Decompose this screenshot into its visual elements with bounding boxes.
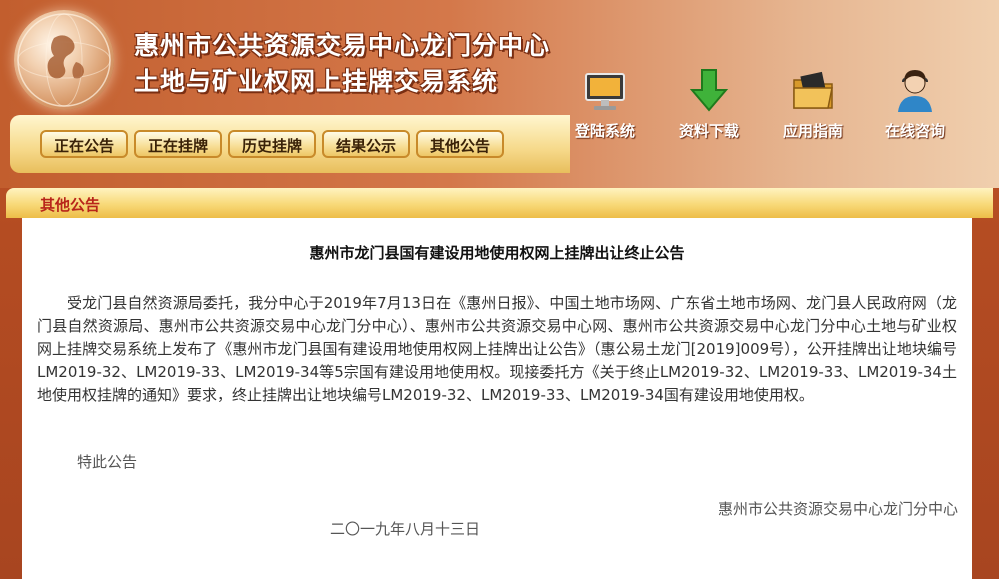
section-header-bar: 其他公告 — [6, 188, 993, 218]
notice-closing: 特此公告 — [77, 453, 138, 471]
download-arrow-icon — [689, 69, 729, 112]
quick-link-guide[interactable]: 应用指南 — [768, 68, 858, 141]
nav-history-button[interactable]: 历史挂牌 — [228, 130, 316, 158]
section-title: 其他公告 — [40, 196, 101, 214]
support-agent-icon — [898, 70, 932, 112]
quick-link-label: 应用指南 — [782, 122, 843, 140]
nav-listing-button[interactable]: 正在挂牌 — [134, 130, 222, 158]
notice-content-panel: 惠州市龙门县国有建设用地使用权网上挂牌出让终止公告 受龙门县自然资源局委托，我分… — [22, 218, 972, 579]
nav-other-button[interactable]: 其他公告 — [416, 130, 504, 158]
quick-link-label: 资料下载 — [678, 122, 739, 140]
site-title-line1: 惠州市公共资源交易中心龙门分中心 — [134, 31, 551, 60]
quick-link-label: 登陆系统 — [574, 122, 635, 140]
nav-announcing-button[interactable]: 正在公告 — [40, 130, 128, 158]
nav-results-button[interactable]: 结果公示 — [322, 130, 410, 158]
main-nav-bar: 正在公告 正在挂牌 历史挂牌 结果公示 其他公告 — [10, 115, 570, 173]
site-header: 惠州市公共资源交易中心龙门分中心 土地与矿业权网上挂牌交易系统 正在公告 正在挂… — [0, 0, 999, 188]
quick-link-consult[interactable]: 在线咨询 — [870, 68, 960, 141]
notice-body: 受龙门县自然资源局委托，我分中心于2019年7月13日在《惠州日报》、中国土地市… — [37, 294, 957, 404]
quick-link-download[interactable]: 资料下载 — [664, 68, 754, 141]
folder-icon — [793, 71, 833, 109]
site-title-line2: 土地与矿业权网上挂牌交易系统 — [134, 67, 499, 96]
notice-date: 二〇一九年八月十三日 — [330, 520, 481, 538]
notice-title: 惠州市龙门县国有建设用地使用权网上挂牌出让终止公告 — [309, 244, 685, 262]
monitor-icon — [585, 73, 625, 110]
quick-link-login[interactable]: 登陆系统 — [560, 68, 650, 141]
quick-link-label: 在线咨询 — [884, 122, 945, 140]
globe-logo-icon — [14, 10, 114, 110]
notice-organization: 惠州市公共资源交易中心龙门分中心 — [717, 500, 958, 518]
